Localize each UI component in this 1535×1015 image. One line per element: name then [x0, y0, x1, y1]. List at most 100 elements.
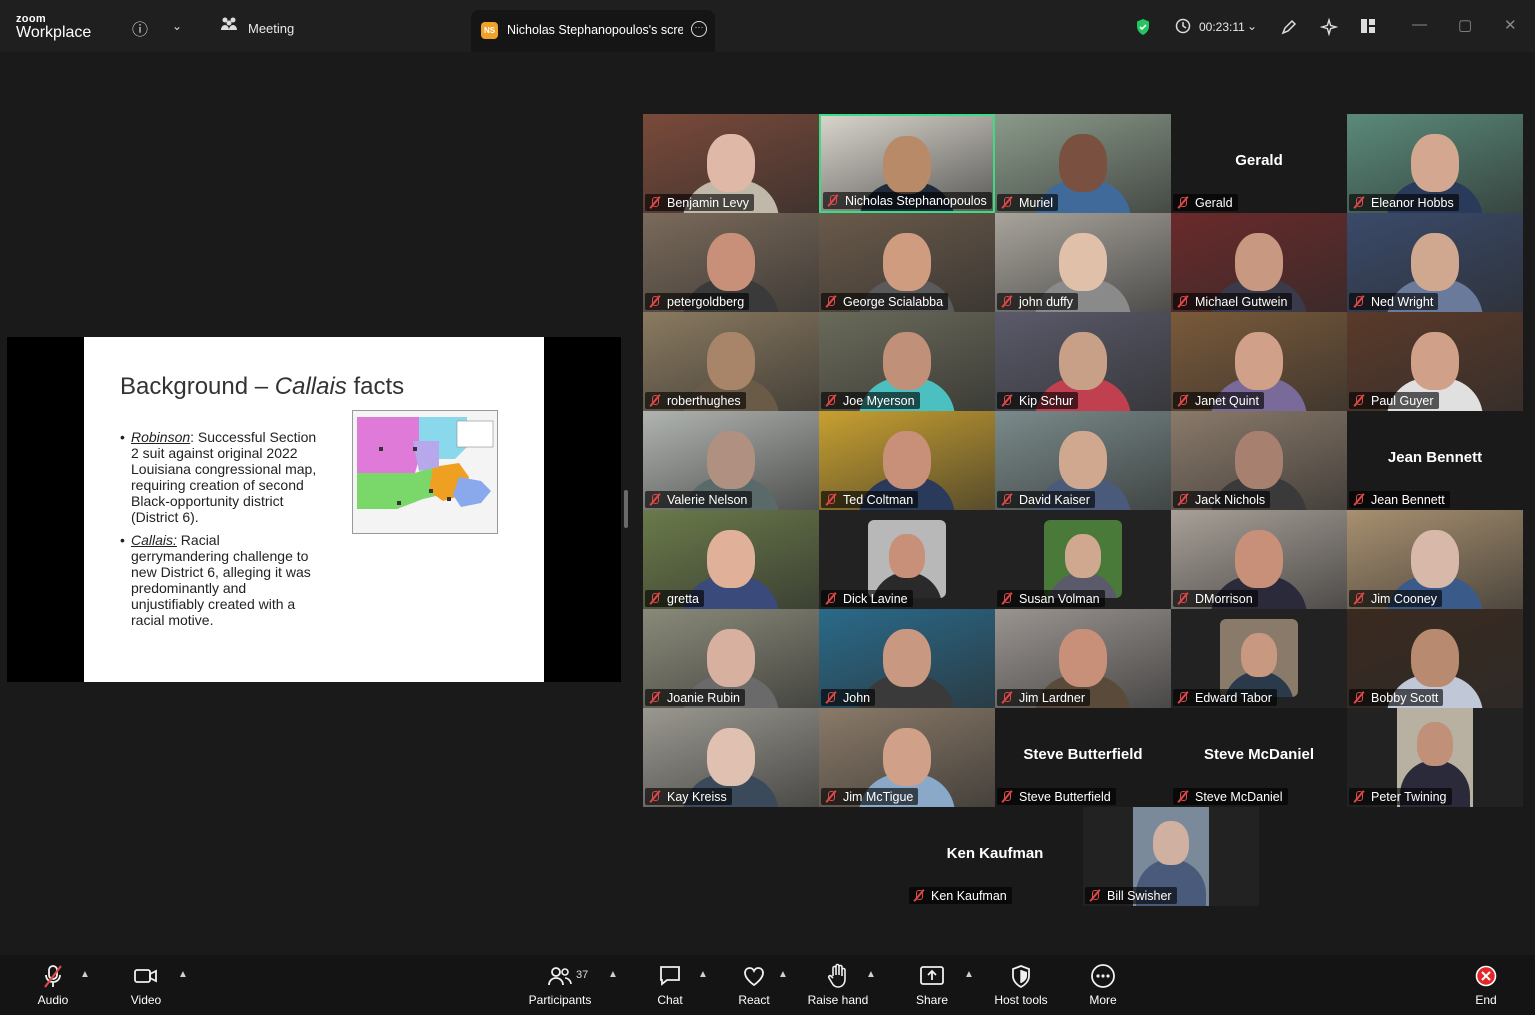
chat-options-caret-icon[interactable]: ▲ [698, 969, 708, 980]
participant-nameplate: Susan Volman [997, 590, 1105, 607]
video-options-caret-icon[interactable]: ▲ [178, 969, 188, 980]
participant-tile[interactable]: Eleanor Hobbs [1347, 114, 1523, 213]
slide-bullet-robinson: Robinson: Successful Section 2 suit agai… [120, 429, 320, 525]
participant-tile[interactable]: Jim Cooney [1347, 510, 1523, 609]
participant-tile[interactable]: gretta [643, 510, 819, 609]
participant-tile[interactable]: Jim Lardner [995, 609, 1171, 708]
participant-face [1235, 431, 1283, 489]
meeting-tab[interactable]: Meeting [248, 21, 294, 36]
participant-tile[interactable]: Kip Schur [995, 312, 1171, 411]
participant-tile[interactable]: john duffy [995, 213, 1171, 312]
participant-tile[interactable]: Ned Wright [1347, 213, 1523, 312]
layout-icon[interactable] [1360, 18, 1376, 39]
timer-chevron-icon[interactable]: ⌄ [1247, 19, 1257, 33]
participant-tile[interactable]: Bobby Scott [1347, 609, 1523, 708]
participant-face [1059, 233, 1107, 291]
react-options-caret-icon[interactable]: ▲ [778, 969, 788, 980]
raise-hand-options-caret-icon[interactable]: ▲ [866, 969, 876, 980]
participant-tile[interactable]: Steve Butterfield Steve Butterfield [995, 708, 1171, 807]
participant-tile[interactable]: Jean Bennett Jean Bennett [1347, 411, 1523, 510]
more-button[interactable]: More [1083, 963, 1123, 1007]
minimize-icon[interactable]: — [1412, 16, 1427, 33]
participant-name: Gerald [1195, 195, 1233, 210]
participant-tile[interactable]: Valerie Nelson [643, 411, 819, 510]
participant-tile[interactable]: Edward Tabor [1171, 609, 1347, 708]
participant-tile[interactable]: Susan Volman [995, 510, 1171, 609]
slide-title-suffix: facts [346, 373, 405, 400]
mic-muted-icon [1176, 790, 1190, 803]
mic-muted-icon [1352, 394, 1366, 407]
participant-tile[interactable]: Jack Nichols [1171, 411, 1347, 510]
mic-muted-icon [824, 790, 838, 803]
participant-tile[interactable]: Nicholas Stephanopoulos [819, 114, 995, 213]
participant-tile[interactable]: Joe Myerson [819, 312, 995, 411]
participant-tile[interactable]: Joanie Rubin [643, 609, 819, 708]
chat-button[interactable]: Chat [650, 963, 690, 1007]
close-icon[interactable]: ✕ [1504, 16, 1517, 34]
chevron-down-icon[interactable]: ⌄ [172, 19, 182, 33]
participant-nameplate: Jack Nichols [1173, 491, 1271, 508]
participant-tile[interactable]: DMorrison [1171, 510, 1347, 609]
participant-tile[interactable]: Gerald Gerald [1171, 114, 1347, 213]
participant-tile[interactable]: petergoldberg [643, 213, 819, 312]
shield-icon[interactable] [1135, 18, 1151, 41]
participant-tile[interactable]: Michael Gutwein [1171, 213, 1347, 312]
participant-name: Benjamin Levy [667, 195, 749, 210]
react-button[interactable]: React [734, 963, 774, 1007]
participant-name: petergoldberg [667, 294, 745, 309]
participant-tile[interactable]: Steve McDaniel Steve McDaniel [1171, 708, 1347, 807]
mic-muted-icon [1176, 691, 1190, 704]
more-options-icon[interactable]: ··· [691, 21, 707, 37]
participant-tile[interactable]: Ted Coltman [819, 411, 995, 510]
annotate-pen-icon[interactable] [1280, 18, 1298, 41]
mic-muted-icon [1176, 295, 1190, 308]
share-options-caret-icon[interactable]: ▲ [964, 969, 974, 980]
participant-name: roberthughes [667, 393, 741, 408]
participant-name: Joe Myerson [843, 393, 915, 408]
slide-bullet-callais: Callais: Racial gerrymandering challenge… [120, 532, 320, 628]
info-icon[interactable]: ⓘ [132, 16, 148, 40]
participant-tile[interactable]: Peter Twining [1347, 708, 1523, 807]
audio-button[interactable]: Audio [33, 963, 73, 1007]
participant-nameplate: Steve McDaniel [1173, 788, 1288, 805]
presenter-avatar: NS [481, 22, 498, 39]
audio-options-caret-icon[interactable]: ▲ [80, 969, 90, 980]
participant-name: Steve McDaniel [1195, 789, 1283, 804]
meeting-timer[interactable]: 00:23:11 [1199, 20, 1245, 34]
participant-tile[interactable]: George Scialabba [819, 213, 995, 312]
panel-resize-handle[interactable] [624, 490, 628, 528]
share-button[interactable]: Share [912, 963, 952, 1007]
participant-tile[interactable]: Kay Kreiss [643, 708, 819, 807]
participant-tile[interactable]: Janet Quint [1171, 312, 1347, 411]
mic-muted-icon [824, 394, 838, 407]
participant-face [707, 530, 755, 588]
participant-nameplate: John [821, 689, 876, 706]
participant-nameplate: Kay Kreiss [645, 788, 732, 805]
end-meeting-button[interactable]: End [1466, 963, 1506, 1007]
participant-tile[interactable]: roberthughes [643, 312, 819, 411]
participant-name: Muriel [1019, 195, 1054, 210]
raise-hand-icon [806, 963, 870, 989]
participant-tile[interactable]: John [819, 609, 995, 708]
participant-tile[interactable]: Ken Kaufman Ken Kaufman [907, 807, 1083, 906]
participant-nameplate: roberthughes [645, 392, 746, 409]
participant-tile[interactable]: Paul Guyer [1347, 312, 1523, 411]
mic-muted-icon [648, 493, 662, 506]
raise-hand-button[interactable]: Raise hand [806, 963, 870, 1007]
host-tools-button[interactable]: Host tools [990, 963, 1052, 1007]
participant-face [883, 233, 931, 291]
participant-tile[interactable]: Bill Swisher [1083, 807, 1259, 906]
ai-sparkle-icon[interactable] [1319, 17, 1339, 41]
participants-options-caret-icon[interactable]: ▲ [608, 969, 618, 980]
video-button[interactable]: Video [127, 963, 165, 1007]
participant-tile[interactable]: Jim McTigue [819, 708, 995, 807]
shared-screen[interactable]: Background – Callais facts Robinson: Suc… [7, 337, 621, 682]
participant-tile[interactable]: Dick Lavine [819, 510, 995, 609]
participant-face [1235, 233, 1283, 291]
participant-tile[interactable]: Benjamin Levy [643, 114, 819, 213]
participant-tile[interactable]: David Kaiser [995, 411, 1171, 510]
maximize-icon[interactable]: ▢ [1458, 16, 1472, 34]
participant-tile[interactable]: Muriel [995, 114, 1171, 213]
screen-share-tab[interactable]: NS Nicholas Stephanopoulos's screen ··· [471, 10, 715, 52]
participant-name: Michael Gutwein [1195, 294, 1288, 309]
